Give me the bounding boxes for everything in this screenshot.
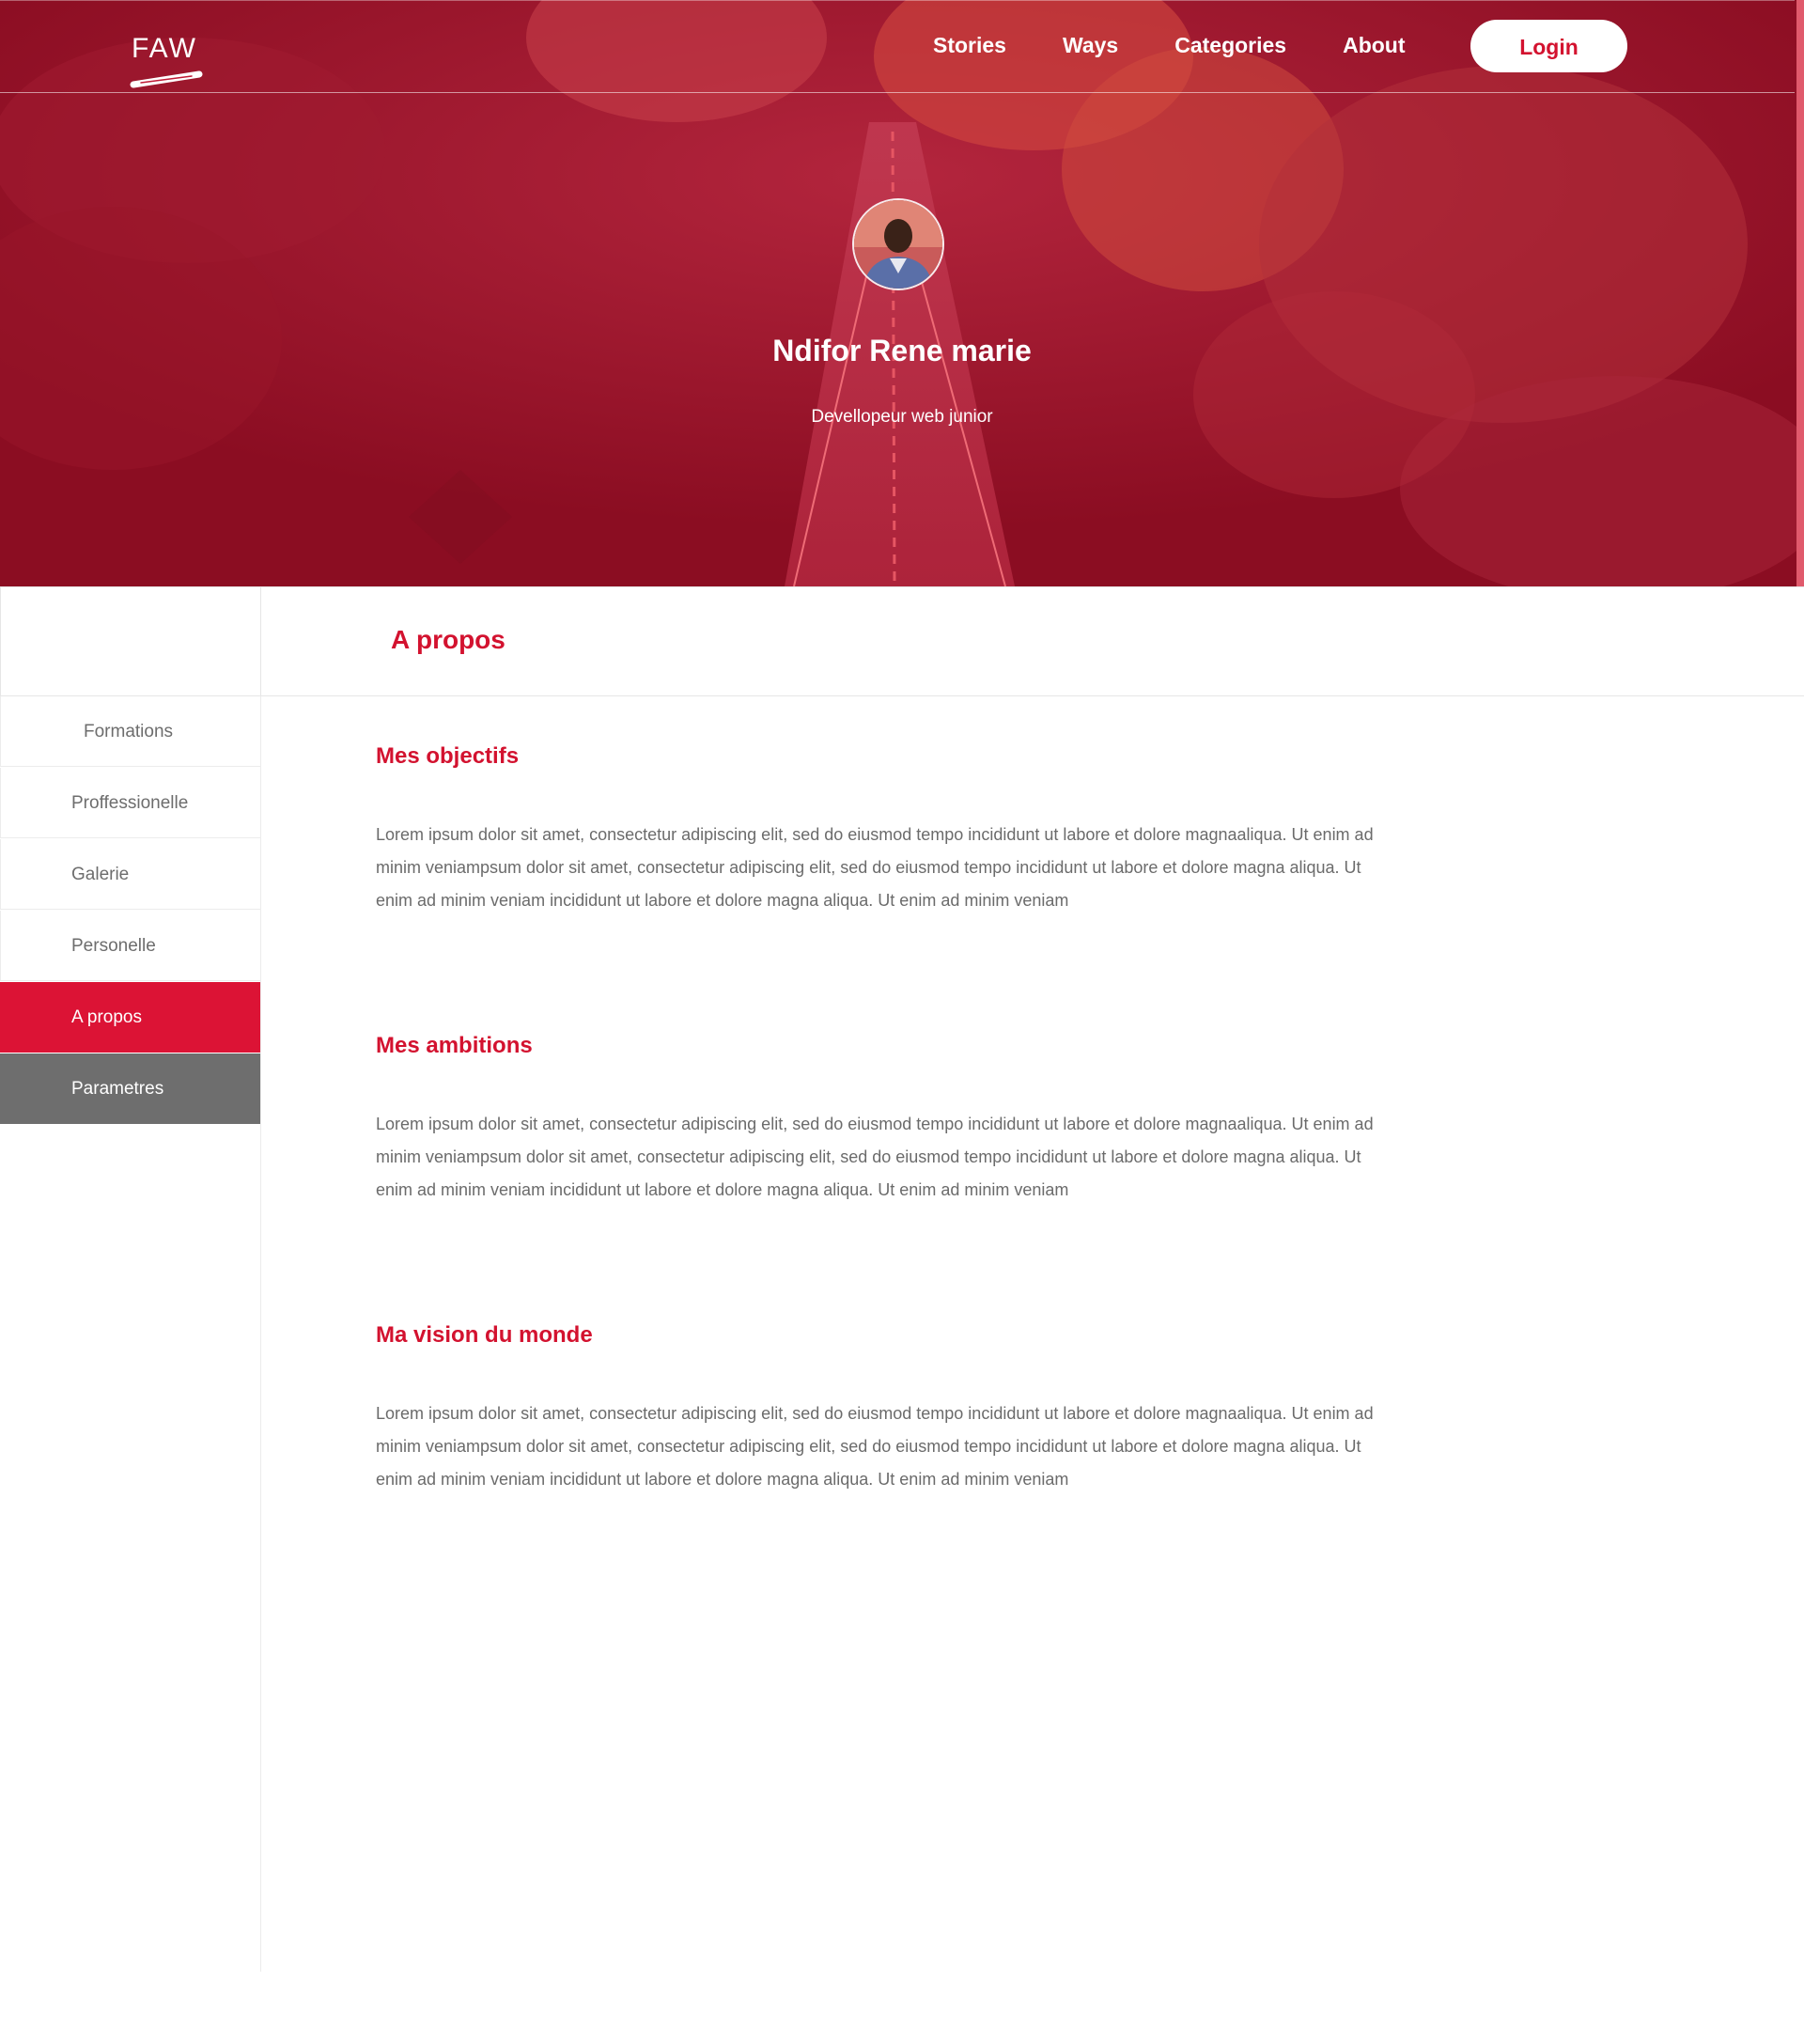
login-button[interactable]: Login (1470, 20, 1627, 72)
nav-ways[interactable]: Ways (1063, 29, 1118, 61)
brand-logo[interactable]: FAW (130, 29, 205, 93)
scrollbar-thumb[interactable] (1796, 0, 1804, 586)
sidebar-item-label: Personelle (71, 936, 156, 956)
sidebar-item-proffessionelle[interactable]: Proffessionelle (0, 768, 260, 838)
logo-text: FAW (132, 33, 197, 64)
top-navbar: FAW Stories Ways Categories About Login (0, 0, 1795, 93)
sidebar-item-label: Formations (84, 722, 174, 741)
section-title: A propos (391, 625, 505, 654)
section-title-bar: A propos (0, 586, 1804, 696)
nav-about[interactable]: About (1343, 29, 1405, 61)
section-heading: Ma vision du monde (376, 1322, 593, 1348)
sidebar-item-personelle[interactable]: Personelle (0, 911, 260, 981)
main-nav: Stories Ways Categories About (933, 29, 1406, 61)
nav-stories[interactable]: Stories (933, 29, 1006, 61)
section-paragraph: Lorem ipsum dolor sit amet, consectetur … (376, 1404, 1374, 1489)
sidebar-item-a-propos[interactable]: A propos (0, 982, 260, 1053)
sidebar-item-label: A propos (71, 1007, 142, 1027)
profile-name: Ndifor Rene marie (772, 334, 1032, 367)
profile-role: Devellopeur web junior (811, 407, 993, 427)
section-paragraph: Lorem ipsum dolor sit amet, consectetur … (376, 1115, 1374, 1199)
nav-categories[interactable]: Categories (1174, 29, 1286, 61)
brush-stroke-icon (130, 70, 203, 88)
sidebar-item-label: Proffessionelle (71, 793, 189, 813)
section-heading: Mes ambitions (376, 1033, 533, 1058)
section-paragraph: Lorem ipsum dolor sit amet, consectetur … (376, 825, 1374, 910)
profile-sidebar: Formations Proffessionelle Galerie Perso… (0, 696, 261, 1972)
title-bar-spacer (0, 587, 261, 695)
sidebar-item-formations[interactable]: Formations (0, 696, 260, 767)
user-avatar[interactable] (852, 198, 944, 290)
sidebar-item-label: Galerie (71, 865, 130, 884)
avatar-image (854, 200, 942, 289)
section-heading: Mes objectifs (376, 743, 520, 769)
sidebar-item-label: Parametres (71, 1079, 164, 1099)
sidebar-item-parametres[interactable]: Parametres (0, 1053, 260, 1124)
sidebar-item-galerie[interactable]: Galerie (0, 839, 260, 910)
hero-banner: FAW Stories Ways Categories About Login … (0, 0, 1804, 586)
